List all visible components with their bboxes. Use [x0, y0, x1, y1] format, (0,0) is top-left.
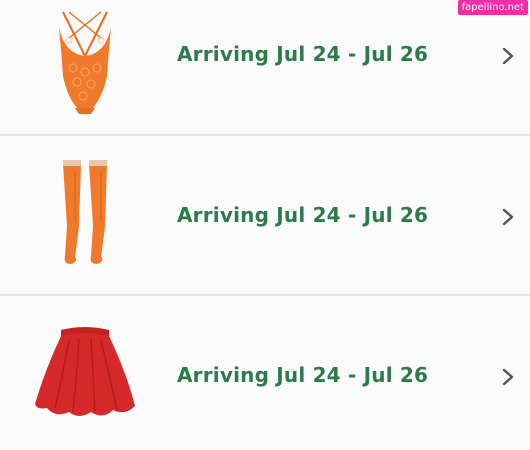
arrival-date-text: Arriving Jul 24 - Jul 26 [177, 203, 429, 227]
arrival-date-text: Arriving Jul 24 - Jul 26 [177, 363, 429, 387]
order-row[interactable]: Arriving Jul 24 - Jul 26 [0, 296, 530, 450]
product-image-bodysuit[interactable] [30, 4, 140, 124]
product-image-skirt[interactable] [30, 314, 140, 434]
bodysuit-icon [59, 11, 111, 114]
chevron-right-icon[interactable] [498, 207, 518, 227]
order-list: Arriving Jul 24 - Jul 26 Arriving Jul 24… [0, 0, 530, 450]
arrival-date-text: Arriving Jul 24 - Jul 26 [177, 42, 429, 66]
product-image-stockings[interactable] [30, 156, 140, 276]
chevron-right-icon[interactable] [498, 367, 518, 387]
orders-page: fapellino.net Arriving Jul 24 - Jul 26 A… [0, 0, 530, 450]
chevron-right-icon[interactable] [498, 46, 518, 66]
order-row[interactable]: Arriving Jul 24 - Jul 26 [0, 136, 530, 296]
skirt-icon [35, 327, 135, 416]
watermark-badge: fapellino.net [457, 0, 528, 15]
stockings-icon [63, 160, 107, 264]
order-row[interactable]: Arriving Jul 24 - Jul 26 [0, 0, 530, 136]
